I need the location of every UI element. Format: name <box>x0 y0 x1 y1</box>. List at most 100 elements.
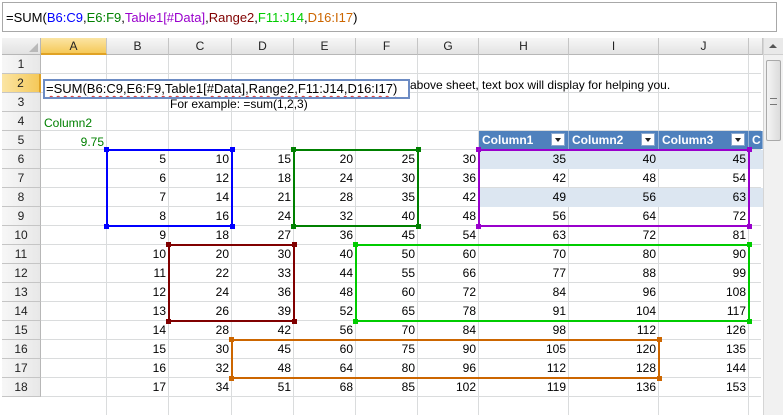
cell-value[interactable]: 16 <box>107 359 169 378</box>
column-header-f[interactable]: F <box>356 38 418 55</box>
range-handle[interactable] <box>476 147 481 152</box>
cell-value[interactable]: 44 <box>294 264 356 283</box>
column-header-h[interactable]: H <box>479 38 569 55</box>
cell-value[interactable]: 24 <box>232 207 294 226</box>
column-header-b[interactable]: B <box>107 38 169 55</box>
select-all-corner[interactable] <box>2 38 41 55</box>
column-header-a[interactable]: A <box>41 38 107 55</box>
row-header-16[interactable]: 16 <box>2 340 41 359</box>
cell-value[interactable]: 15 <box>232 150 294 169</box>
name-label-cell[interactable]: Column2 <box>41 114 95 133</box>
row-header-4[interactable]: 4 <box>2 112 41 131</box>
row-header-9[interactable]: 9 <box>2 207 41 226</box>
column-header-i[interactable]: I <box>569 38 659 55</box>
range-handle[interactable] <box>416 224 421 229</box>
row-header-18[interactable]: 18 <box>2 378 41 397</box>
cell-value[interactable]: 18 <box>169 226 232 245</box>
range-handle[interactable] <box>292 319 297 324</box>
range-handle[interactable] <box>230 147 235 152</box>
cell-value[interactable]: 34 <box>169 378 232 397</box>
cell-value[interactable]: 10 <box>107 245 169 264</box>
cell-value[interactable]: 54 <box>418 226 479 245</box>
cell-value[interactable]: 126 <box>659 321 749 340</box>
range-handle[interactable] <box>229 337 234 342</box>
row-header-11[interactable]: 11 <box>2 245 41 264</box>
range-handle[interactable] <box>104 147 109 152</box>
cell-value[interactable]: 11 <box>107 264 169 283</box>
range-handle[interactable] <box>292 242 297 247</box>
formula-bar[interactable]: =SUM(B6:C9,E6:F9,Table1[#Data],Range2,F1… <box>2 2 777 32</box>
table-header-column2[interactable]: Column2 <box>569 131 659 149</box>
cell-value[interactable]: 102 <box>418 378 479 397</box>
filter-dropdown-icon[interactable] <box>641 133 655 146</box>
scroll-up-arrow-icon[interactable] <box>764 38 783 55</box>
cell-value[interactable]: 36 <box>418 169 479 188</box>
vertical-scrollbar[interactable] <box>763 38 783 415</box>
scroll-thumb[interactable] <box>766 60 781 141</box>
range-handle[interactable] <box>353 319 358 324</box>
cell-value[interactable]: 153 <box>659 378 749 397</box>
cell-value[interactable]: 21 <box>232 188 294 207</box>
cell-value[interactable]: 42 <box>418 188 479 207</box>
row-header-6[interactable]: 6 <box>2 150 41 169</box>
cell-value[interactable]: 14 <box>107 321 169 340</box>
row-header-3[interactable]: 3 <box>2 93 41 112</box>
cell-value[interactable]: 28 <box>169 321 232 340</box>
cell-value[interactable]: 9 <box>107 226 169 245</box>
range-handle[interactable] <box>416 147 421 152</box>
cell-value[interactable]: 52 <box>294 302 356 321</box>
column-header-k[interactable] <box>749 38 763 55</box>
cell-value[interactable]: 12 <box>107 283 169 302</box>
cell-value[interactable]: 135 <box>659 340 749 359</box>
table-header-column3[interactable]: Column3 <box>659 131 749 149</box>
column-header-d[interactable]: D <box>232 38 294 55</box>
name-value-cell[interactable]: 9.75 <box>41 133 107 152</box>
range-handle[interactable] <box>166 319 171 324</box>
cell-value[interactable]: 136 <box>569 378 659 397</box>
column-header-c[interactable]: C <box>169 38 232 55</box>
range-handle[interactable] <box>353 242 358 247</box>
cell-value[interactable]: 51 <box>232 378 294 397</box>
cell-value[interactable]: 72 <box>569 226 659 245</box>
row-header-8[interactable]: 8 <box>2 188 41 207</box>
cell-value[interactable]: 45 <box>356 226 418 245</box>
cell-value[interactable]: 98 <box>479 321 569 340</box>
cell-value[interactable]: 40 <box>294 245 356 264</box>
cell-value[interactable]: 119 <box>479 378 569 397</box>
cell-value[interactable]: 17 <box>107 378 169 397</box>
range-handle[interactable] <box>291 147 296 152</box>
row-header-7[interactable]: 7 <box>2 169 41 188</box>
cell-value[interactable]: 32 <box>169 359 232 378</box>
column-header-e[interactable]: E <box>294 38 356 55</box>
range-handle[interactable] <box>747 319 752 324</box>
table-header-column1[interactable]: Column1 <box>479 131 569 149</box>
range-handle[interactable] <box>166 242 171 247</box>
cell-value[interactable]: 68 <box>294 378 356 397</box>
cell-value[interactable]: 63 <box>479 226 569 245</box>
cell-value[interactable]: 48 <box>294 283 356 302</box>
row-header-17[interactable]: 17 <box>2 359 41 378</box>
range-handle[interactable] <box>476 224 481 229</box>
range-handle[interactable] <box>291 224 296 229</box>
cell-value[interactable]: 30 <box>418 150 479 169</box>
cell-value[interactable]: 70 <box>356 321 418 340</box>
row-header-14[interactable]: 14 <box>2 302 41 321</box>
range-handle[interactable] <box>747 147 752 152</box>
cell-value[interactable]: 30 <box>169 340 232 359</box>
row-header-5[interactable]: 5 <box>2 131 41 150</box>
column-header-j[interactable]: J <box>659 38 749 55</box>
row-header-1[interactable]: 1 <box>2 55 41 74</box>
range-handle[interactable] <box>657 337 662 342</box>
cell-value[interactable]: 42 <box>232 321 294 340</box>
range-handle[interactable] <box>104 224 109 229</box>
cell-value[interactable]: 36 <box>294 226 356 245</box>
cell-value[interactable]: 18 <box>232 169 294 188</box>
range-handle[interactable] <box>747 242 752 247</box>
cell-value[interactable]: 84 <box>418 321 479 340</box>
cell-value[interactable]: 48 <box>418 207 479 226</box>
cell-value[interactable]: 85 <box>356 378 418 397</box>
row-header-12[interactable]: 12 <box>2 264 41 283</box>
cell-editor-box[interactable]: =SUM(B6:C9,E6:F9,Table1[#Data],Range2,F1… <box>43 79 410 99</box>
column-header-g[interactable]: G <box>418 38 479 55</box>
range-handle[interactable] <box>229 376 234 381</box>
